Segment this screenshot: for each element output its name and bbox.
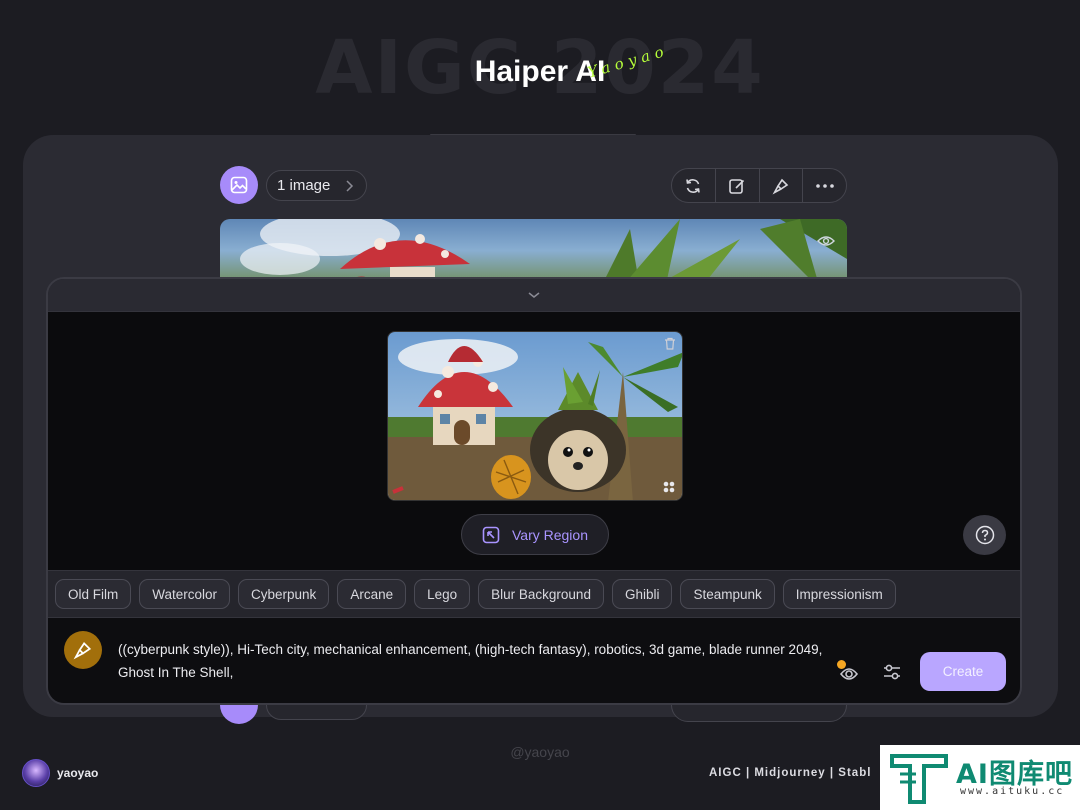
style-chip[interactable]: Ghibli: [611, 579, 673, 609]
image-icon: [230, 176, 248, 194]
vary-region-icon: [482, 526, 500, 543]
image-count-button[interactable]: 1 image: [266, 170, 367, 201]
watermark: AI图库吧 www.aituku.cc: [880, 745, 1080, 810]
selected-image[interactable]: [387, 331, 683, 501]
prompt-line: ((cyberpunk style)), Hi-Tech city, mecha…: [118, 642, 823, 657]
more-icon: [815, 183, 834, 188]
edit-button[interactable]: [716, 169, 760, 202]
image-count-label: 1 image: [277, 177, 331, 194]
style-chip[interactable]: Cyberpunk: [238, 579, 330, 609]
style-presets: Old Film Watercolor Cyberpunk Arcane Leg…: [48, 570, 1020, 618]
edit-icon: [729, 178, 745, 194]
username: yaoyao: [57, 766, 99, 780]
brush-mode-avatar[interactable]: [64, 631, 102, 669]
page-title: Haiper AI: [474, 55, 606, 88]
sliders-icon[interactable]: [880, 660, 904, 684]
brush-button[interactable]: [760, 169, 804, 202]
panel-header[interactable]: [48, 279, 1020, 312]
image-stage: Vary Region: [48, 312, 1020, 570]
brush-icon: [73, 641, 92, 660]
prompt-input[interactable]: ((cyberpunk style)), Hi-Tech city, mecha…: [118, 638, 848, 684]
vary-region-label: Vary Region: [511, 526, 588, 543]
hedgehog-mushroom-image: [388, 332, 682, 500]
nodes-icon[interactable]: [662, 480, 676, 494]
refresh-icon: [686, 178, 701, 193]
vary-region-button[interactable]: Vary Region: [461, 514, 609, 555]
trash-icon[interactable]: [664, 337, 676, 350]
avatar: [22, 759, 50, 787]
prompt-line: Ghost In The Shell,: [118, 665, 234, 680]
visibility-icon[interactable]: [817, 235, 835, 247]
style-chip[interactable]: Steampunk: [680, 579, 775, 609]
chevron-right-icon: [346, 180, 354, 192]
brush-icon: [772, 178, 789, 194]
style-chip[interactable]: Lego: [414, 579, 471, 609]
watermark-url: www.aituku.cc: [960, 786, 1065, 797]
footer-tags: AIGC | Midjourney | Stabl: [709, 767, 872, 779]
status-dot: [837, 660, 846, 669]
create-button[interactable]: Create: [920, 652, 1006, 691]
style-chip[interactable]: Old Film: [55, 579, 132, 609]
regenerate-button[interactable]: [672, 169, 716, 202]
style-chip[interactable]: Watercolor: [139, 579, 231, 609]
help-icon: [975, 525, 994, 545]
image-toolbar: [671, 168, 847, 203]
edit-panel: Vary Region Old Film Watercolor Cyberpun…: [46, 277, 1022, 705]
style-chip[interactable]: Impressionism: [782, 579, 896, 609]
style-chip[interactable]: Blur Background: [478, 579, 604, 609]
watermark-logo-icon: [890, 754, 948, 804]
help-button[interactable]: [963, 515, 1006, 555]
image-type-avatar: [220, 166, 258, 204]
more-button[interactable]: [803, 169, 846, 202]
style-chip[interactable]: Arcane: [337, 579, 407, 609]
chevron-down-icon[interactable]: [527, 291, 541, 299]
prompt-bar: ((cyberpunk style)), Hi-Tech city, mecha…: [48, 618, 1020, 703]
